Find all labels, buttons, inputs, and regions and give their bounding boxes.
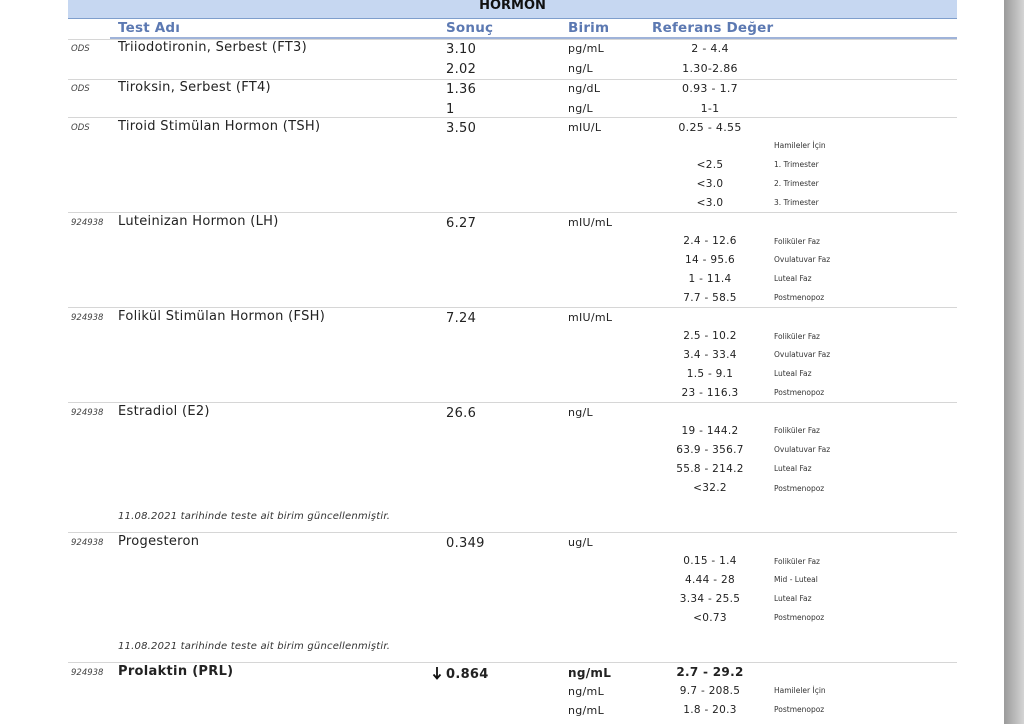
section-header-band: HORMON xyxy=(68,0,957,19)
test-reference: 2 - 4.4 xyxy=(691,42,729,55)
arrow-down-icon xyxy=(432,666,442,684)
sub-range-label: Ovulatuvar Faz xyxy=(774,350,831,359)
column-header-result: Sonuç xyxy=(446,20,494,36)
test-unit-alt: ng/L xyxy=(568,102,593,115)
row-divider xyxy=(68,402,957,403)
test-code: 924938 xyxy=(71,408,104,418)
sub-range-label: Luteal Faz xyxy=(774,464,812,473)
test-unit: ng/dL xyxy=(568,82,601,95)
test-name: Triiodotironin, Serbest (FT3) xyxy=(118,40,307,55)
sub-range-label: Hamileler İçin xyxy=(774,686,826,695)
sub-range-label: 1. Trimester xyxy=(774,160,819,169)
test-code: 924938 xyxy=(71,218,104,228)
test-result-alt: 1 xyxy=(446,102,455,117)
sub-range-label: Luteal Faz xyxy=(774,369,812,378)
sub-range-label: Foliküler Faz xyxy=(774,426,820,435)
unit-update-note: 11.08.2021 tarihinde teste ait birim gün… xyxy=(118,641,391,652)
lab-report-page: HORMON Test Adı Sonuç Birim Referans Değ… xyxy=(0,0,1004,724)
test-reference: 2.7 - 29.2 xyxy=(676,665,744,679)
sub-range-label: Postmenopoz xyxy=(774,484,825,493)
test-result-alt: 2.02 xyxy=(446,62,477,77)
sub-range-unit: ng/mL xyxy=(568,704,605,717)
test-code: ODS xyxy=(71,123,90,133)
sub-range-label: Foliküler Faz xyxy=(774,332,820,341)
sub-range-label: Luteal Faz xyxy=(774,594,812,603)
row-divider xyxy=(68,662,957,663)
reference-group-title: Hamileler İçin xyxy=(774,141,826,150)
test-result: 0.864 xyxy=(446,667,489,682)
sub-range-label: Ovulatuvar Faz xyxy=(774,255,831,264)
test-reference-alt: 1.30-2.86 xyxy=(682,62,738,75)
test-code: 924938 xyxy=(71,538,104,548)
test-name: Folikül Stimülan Hormon (FSH) xyxy=(118,309,326,324)
test-reference: 0.93 - 1.7 xyxy=(682,82,738,95)
column-header-unit: Birim xyxy=(568,20,610,36)
test-result: 0.349 xyxy=(446,536,485,551)
sub-range-label: Luteal Faz xyxy=(774,274,812,283)
sub-range-label: 3. Trimester xyxy=(774,198,819,207)
row-divider xyxy=(68,117,957,118)
sub-range-label: Ovulatuvar Faz xyxy=(774,445,831,454)
test-code: ODS xyxy=(71,84,90,94)
sub-range-label: 2. Trimester xyxy=(774,179,819,188)
test-unit: mIU/L xyxy=(568,121,602,134)
row-divider xyxy=(68,307,957,308)
test-code: ODS xyxy=(71,44,90,54)
sub-range-label: Foliküler Faz xyxy=(774,237,820,246)
unit-update-note: 11.08.2021 tarihinde teste ait birim gün… xyxy=(118,511,391,522)
column-header-test-name: Test Adı xyxy=(118,20,181,36)
test-name: Tiroid Stimülan Hormon (TSH) xyxy=(118,119,321,134)
sub-range-label: Postmenopoz xyxy=(774,705,825,714)
test-name: Tiroksin, Serbest (FT4) xyxy=(118,80,271,95)
test-result: 6.27 xyxy=(446,216,477,231)
test-result: 1.36 xyxy=(446,82,477,97)
test-result: 26.6 xyxy=(446,406,477,421)
test-unit: pg/mL xyxy=(568,42,605,55)
test-result: 3.50 xyxy=(446,121,477,136)
sub-range-label: Mid - Luteal xyxy=(774,575,818,584)
test-unit: mIU/mL xyxy=(568,311,613,324)
test-unit-alt: ng/L xyxy=(568,62,593,75)
test-result: 7.24 xyxy=(446,311,477,326)
sub-range-label: Postmenopoz xyxy=(774,293,825,302)
sub-range-unit: ng/mL xyxy=(568,685,605,698)
test-unit: mIU/mL xyxy=(568,216,613,229)
section-title: HORMON xyxy=(479,0,546,13)
page-edge-shadow xyxy=(1004,0,1024,724)
sub-range-label: Postmenopoz xyxy=(774,613,825,622)
column-header-reference: Referans Değer xyxy=(652,20,774,36)
test-code: 924938 xyxy=(71,313,104,323)
test-name: Estradiol (E2) xyxy=(118,404,210,419)
test-reference: 0.25 - 4.55 xyxy=(678,121,742,134)
test-name: Luteinizan Hormon (LH) xyxy=(118,214,279,229)
row-divider xyxy=(68,532,957,533)
test-unit: ng/L xyxy=(568,406,593,419)
test-name: Progesteron xyxy=(118,534,200,549)
row-divider xyxy=(68,212,957,213)
sub-range-label: Postmenopoz xyxy=(774,388,825,397)
test-unit: ug/L xyxy=(568,536,593,549)
sub-range-label: Foliküler Faz xyxy=(774,557,820,566)
test-name: Prolaktin (PRL) xyxy=(118,664,234,679)
test-result: 3.10 xyxy=(446,42,477,57)
test-reference-alt: 1-1 xyxy=(700,102,720,115)
test-code: 924938 xyxy=(71,668,104,678)
